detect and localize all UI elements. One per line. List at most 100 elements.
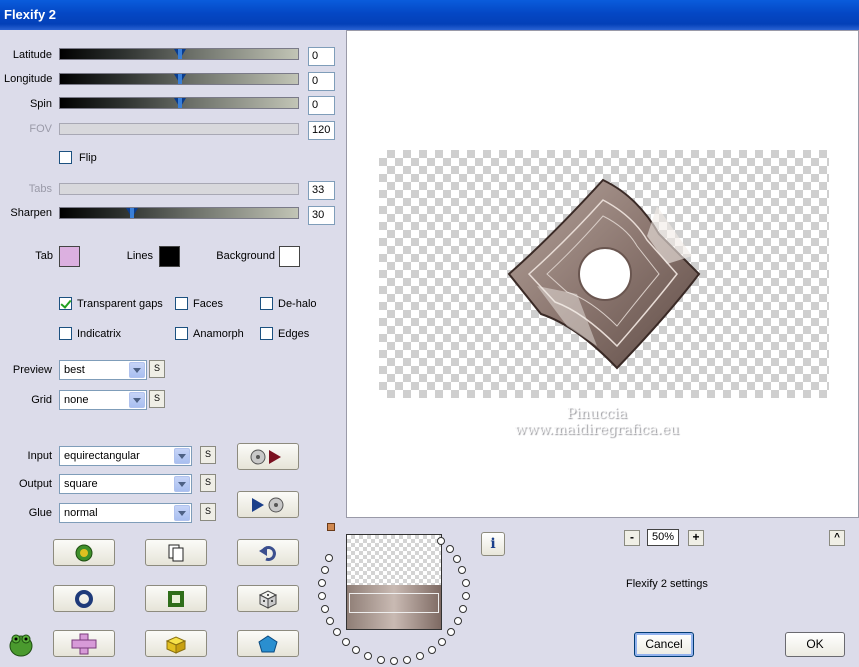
zoom-in-button[interactable]: + bbox=[688, 530, 704, 546]
copy-icon bbox=[168, 544, 184, 561]
preview-quality-select[interactable]: best bbox=[59, 360, 147, 380]
input-s-button[interactable]: S bbox=[200, 446, 216, 464]
spin-value[interactable]: 0 bbox=[308, 96, 335, 115]
lines-color-label: Lines bbox=[126, 250, 153, 262]
indicatrix-label: Indicatrix bbox=[77, 328, 122, 340]
preview-quality-s-button[interactable]: S bbox=[149, 360, 165, 378]
latitude-slider[interactable] bbox=[59, 48, 299, 60]
glue-select[interactable]: normal bbox=[59, 503, 192, 523]
info-button[interactable]: i bbox=[481, 532, 505, 556]
lines-color-swatch[interactable] bbox=[159, 246, 180, 267]
load-input-button[interactable] bbox=[237, 443, 299, 470]
transparent-gaps-label: Transparent gaps bbox=[77, 298, 163, 310]
output-s-button[interactable]: S bbox=[200, 474, 216, 492]
random-dice-button[interactable] bbox=[237, 585, 299, 612]
longitude-value[interactable]: 0 bbox=[308, 72, 335, 91]
tab-color-label: Tab bbox=[35, 250, 53, 262]
expand-up-button[interactable]: ^ bbox=[829, 530, 845, 546]
spin-slider-thumb[interactable] bbox=[174, 98, 186, 108]
watermark-line1: Pinuccia bbox=[566, 406, 628, 422]
de-halo-checkbox[interactable] bbox=[260, 297, 273, 310]
cube-icon bbox=[165, 635, 187, 654]
sharpen-label: Sharpen bbox=[10, 207, 52, 219]
anamorph-label: Anamorph bbox=[193, 328, 244, 340]
background-color-label: Background bbox=[216, 250, 275, 262]
grid-label: Grid bbox=[31, 394, 52, 406]
chevron-down-icon[interactable] bbox=[174, 505, 190, 521]
settings-label: Flexify 2 settings bbox=[626, 578, 708, 590]
preview-canvas[interactable]: Pinuccia www.maidiregrafica.eu bbox=[346, 30, 859, 518]
output-label: Output bbox=[18, 478, 52, 490]
output-value: square bbox=[64, 478, 98, 490]
fov-label: FOV bbox=[29, 123, 52, 135]
de-halo-label: De-halo bbox=[278, 298, 317, 310]
transparent-gaps-checkbox[interactable] bbox=[59, 297, 72, 310]
sharpen-value[interactable]: 30 bbox=[308, 206, 335, 225]
longitude-slider-thumb[interactable] bbox=[174, 74, 186, 84]
watermark: Pinuccia www.maidiregrafica.eu bbox=[487, 406, 707, 438]
flip-label: Flip bbox=[79, 152, 97, 164]
preview-quality-label: Preview bbox=[12, 364, 52, 376]
glue-s-button[interactable]: S bbox=[200, 503, 216, 521]
navigator-dial[interactable] bbox=[315, 520, 475, 667]
ring-icon bbox=[75, 589, 93, 608]
tab-color-swatch[interactable] bbox=[59, 246, 80, 267]
chevron-down-icon[interactable] bbox=[129, 362, 145, 378]
cross-icon bbox=[71, 633, 97, 654]
ring-button[interactable] bbox=[53, 585, 115, 612]
latitude-label: Latitude bbox=[12, 49, 52, 61]
preview-quality-value: best bbox=[64, 364, 85, 376]
longitude-slider[interactable] bbox=[59, 73, 299, 85]
title-bar[interactable]: Flexify 2 bbox=[0, 0, 859, 30]
tabs-slider bbox=[59, 183, 299, 195]
chevron-down-icon[interactable] bbox=[174, 448, 190, 464]
glue-value: normal bbox=[64, 507, 98, 519]
background-color-swatch[interactable] bbox=[279, 246, 300, 267]
cancel-button[interactable]: Cancel bbox=[634, 632, 694, 657]
grid-s-button[interactable]: S bbox=[149, 390, 165, 408]
anamorph-checkbox[interactable] bbox=[175, 327, 188, 340]
sharpen-slider[interactable] bbox=[59, 207, 299, 219]
cross-button[interactable] bbox=[53, 630, 115, 657]
latitude-slider-thumb[interactable] bbox=[174, 49, 186, 59]
pentagon-button[interactable] bbox=[237, 630, 299, 657]
grid-select[interactable]: none bbox=[59, 390, 147, 410]
edges-checkbox[interactable] bbox=[260, 327, 273, 340]
undo-icon bbox=[259, 545, 276, 561]
cube-button[interactable] bbox=[145, 630, 207, 657]
copy-button[interactable] bbox=[145, 539, 207, 566]
pentagon-icon bbox=[258, 634, 278, 652]
flexify-window: Flexify 2 Latitude 0 Longitude 0 Spin 0 … bbox=[0, 0, 859, 667]
tabs-value[interactable]: 33 bbox=[308, 181, 335, 200]
dice-icon bbox=[258, 589, 278, 609]
tabs-label: Tabs bbox=[28, 183, 52, 195]
indicatrix-checkbox[interactable] bbox=[59, 327, 72, 340]
input-select[interactable]: equirectangular bbox=[59, 446, 192, 466]
grid-value: none bbox=[64, 394, 89, 406]
input-label: Input bbox=[27, 450, 52, 462]
play-to-disc-icon bbox=[252, 497, 284, 512]
faces-checkbox[interactable] bbox=[175, 297, 188, 310]
frame-button[interactable] bbox=[145, 585, 207, 612]
undo-button[interactable] bbox=[237, 539, 299, 566]
spin-slider[interactable] bbox=[59, 97, 299, 109]
chevron-down-icon[interactable] bbox=[174, 476, 190, 492]
randomize-button[interactable] bbox=[53, 539, 115, 566]
zoom-out-button[interactable]: - bbox=[624, 530, 640, 546]
input-value: equirectangular bbox=[64, 450, 140, 462]
disc-to-play-icon bbox=[250, 449, 281, 464]
ok-button[interactable]: OK bbox=[785, 632, 845, 657]
fov-value[interactable]: 120 bbox=[308, 121, 335, 140]
faces-label: Faces bbox=[193, 298, 223, 310]
frame-icon bbox=[168, 590, 184, 607]
latitude-value[interactable]: 0 bbox=[308, 47, 335, 66]
chevron-down-icon[interactable] bbox=[129, 392, 145, 408]
sharpen-slider-thumb[interactable] bbox=[126, 208, 138, 218]
output-select[interactable]: square bbox=[59, 474, 192, 494]
zoom-level: 50% bbox=[647, 529, 679, 546]
frog-logo-icon bbox=[8, 630, 34, 661]
save-output-button[interactable] bbox=[237, 491, 299, 518]
watermark-line2: www.maidiregrafica.eu bbox=[514, 422, 680, 438]
flip-checkbox[interactable] bbox=[59, 151, 72, 164]
preview-image-shape bbox=[507, 178, 701, 370]
